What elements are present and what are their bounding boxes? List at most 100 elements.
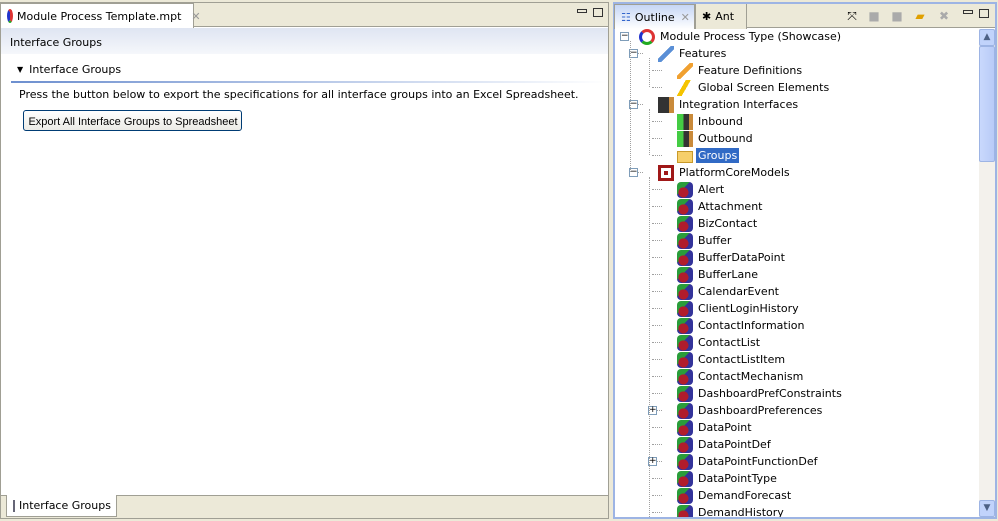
- disabled-action-icon: ■: [891, 9, 903, 23]
- tree-connector: [649, 58, 650, 87]
- section-description: Press the button below to export the spe…: [19, 88, 579, 101]
- entity-icon: [677, 368, 693, 385]
- tree-item[interactable]: Global Screen Elements: [677, 79, 831, 96]
- tree-connector: [652, 393, 662, 394]
- tree-connector: [649, 109, 650, 155]
- scroll-down-button[interactable]: ▼: [979, 500, 995, 517]
- tree-connector: [652, 240, 662, 241]
- tree-connector: [652, 189, 662, 190]
- tree-item[interactable]: Module Process Type (Showcase): [639, 29, 843, 45]
- tree-item[interactable]: ContactInformation: [677, 317, 806, 334]
- entity-icon: [677, 334, 693, 351]
- page-tab-label: Interface Groups: [19, 499, 111, 512]
- tree-item-label: DashboardPreferences: [698, 404, 823, 417]
- close-icon[interactable]: ✕: [191, 10, 200, 23]
- scroll-thumb[interactable]: [979, 46, 995, 162]
- minimize-icon[interactable]: [963, 10, 973, 14]
- module-icon: [639, 29, 655, 45]
- tree-item[interactable]: BizContact: [677, 215, 759, 232]
- models-icon: [658, 164, 674, 181]
- tree-item[interactable]: Attachment: [677, 198, 765, 215]
- tree-item[interactable]: ContactListItem: [677, 351, 787, 368]
- tree-item[interactable]: ContactMechanism: [677, 368, 805, 385]
- wrench-orange-icon: [677, 62, 693, 79]
- entity-icon: [677, 215, 693, 232]
- collapse-all-icon[interactable]: ⤧: [845, 9, 859, 23]
- tree-connector: [630, 41, 631, 172]
- outline-panel: ☷ Outline ✕ ✱ Ant ⤧ ■ ■ ▰ ✖ − Module Proc…: [613, 2, 997, 519]
- tree-item[interactable]: Inbound: [677, 113, 745, 130]
- tree-item-label: ContactListItem: [698, 353, 786, 366]
- disabled-action-icon: ■: [868, 9, 880, 23]
- tree-item[interactable]: Groups: [677, 147, 740, 164]
- section-header[interactable]: ▼ Interface Groups: [17, 63, 121, 76]
- entity-icon: [677, 487, 693, 504]
- export-folder-icon[interactable]: ▰: [913, 9, 927, 23]
- tree-connector: [652, 138, 662, 139]
- page-tab-interface-groups[interactable]: Interface Groups: [6, 495, 117, 517]
- tree-item-label: DataPointFunctionDef: [698, 455, 818, 468]
- outline-tree: − Module Process Type (Showcase) − Features…: [615, 29, 979, 517]
- tree-item-label: DataPointType: [698, 472, 777, 485]
- tree-item-label: Attachment: [698, 200, 763, 213]
- tree-connector: [652, 512, 662, 513]
- collapse-icon[interactable]: −: [620, 32, 629, 41]
- tree-item[interactable]: BufferLane: [677, 266, 760, 283]
- tree-item[interactable]: Feature Definitions: [677, 62, 804, 79]
- tab-label: Outline: [634, 10, 675, 24]
- tree-item[interactable]: Outbound: [677, 130, 755, 147]
- ant-icon: ✱: [702, 10, 712, 23]
- tab-outline[interactable]: ☷ Outline ✕: [614, 4, 695, 29]
- minimize-icon[interactable]: [577, 9, 587, 13]
- tab-ant[interactable]: ✱ Ant: [695, 4, 747, 29]
- tree-item[interactable]: DashboardPrefConstraints: [677, 385, 844, 402]
- tree-connector: [652, 257, 662, 258]
- close-icon[interactable]: ✕: [681, 11, 690, 24]
- editor-tab-bar: Module Process Template.mpt ✕: [0, 3, 608, 28]
- entity-icon: [677, 504, 693, 517]
- tree-item[interactable]: Alert: [677, 181, 726, 198]
- entity-icon: [677, 470, 693, 487]
- tree-item[interactable]: PlatformCoreModels: [658, 164, 792, 181]
- tree-item[interactable]: DataPointFunctionDef: [677, 453, 819, 470]
- tree-item[interactable]: DataPointType: [677, 470, 779, 487]
- tree-item[interactable]: ClientLoginHistory: [677, 300, 801, 317]
- tree-item[interactable]: Integration Interfaces: [658, 96, 800, 113]
- section-title: Interface Groups: [29, 63, 122, 76]
- tree-item[interactable]: ContactList: [677, 334, 762, 351]
- editor-panel: Module Process Template.mpt ✕ Interface …: [0, 2, 609, 519]
- tree-item[interactable]: Features: [658, 45, 728, 62]
- tree-item-label: ClientLoginHistory: [698, 302, 799, 315]
- delete-icon: ✖: [938, 9, 950, 23]
- maximize-icon[interactable]: [979, 9, 989, 18]
- tree-item[interactable]: Buffer: [677, 232, 733, 249]
- tree-item[interactable]: DemandForecast: [677, 487, 793, 504]
- tree-item-label: ContactList: [698, 336, 761, 349]
- tree-item-label: PlatformCoreModels: [679, 166, 790, 179]
- entity-icon: [677, 385, 693, 402]
- editor-tab[interactable]: Module Process Template.mpt ✕: [0, 3, 201, 28]
- tree-item[interactable]: DataPoint: [677, 419, 754, 436]
- tree-item[interactable]: DataPointDef: [677, 436, 773, 453]
- tree-item[interactable]: DemandHistory: [677, 504, 786, 517]
- entity-icon: [677, 402, 693, 419]
- tree-item[interactable]: CalendarEvent: [677, 283, 781, 300]
- entity-icon: [677, 419, 693, 436]
- tab-label: Ant: [715, 10, 735, 23]
- tree-item-label: ContactMechanism: [698, 370, 804, 383]
- tree-item-label: Integration Interfaces: [679, 98, 799, 111]
- vertical-scrollbar[interactable]: ▲ ▼: [979, 29, 995, 517]
- tree-item[interactable]: DashboardPreferences: [677, 402, 824, 419]
- export-button[interactable]: Export All Interface Groups to Spreadshe…: [23, 110, 242, 131]
- entity-icon: [677, 266, 693, 283]
- tree-connector: [652, 87, 662, 88]
- outline-tab-bar: ☷ Outline ✕ ✱ Ant ⤧ ■ ■ ▰ ✖: [614, 4, 995, 29]
- tree-connector: [652, 121, 662, 122]
- tree-item-label: Alert: [698, 183, 725, 196]
- tree-item[interactable]: BufferDataPoint: [677, 249, 787, 266]
- wrench-icon: [658, 45, 674, 62]
- door-out-icon: [677, 130, 693, 147]
- scroll-up-button[interactable]: ▲: [979, 29, 995, 46]
- maximize-icon[interactable]: [593, 8, 603, 17]
- tree-item-label: Buffer: [698, 234, 732, 247]
